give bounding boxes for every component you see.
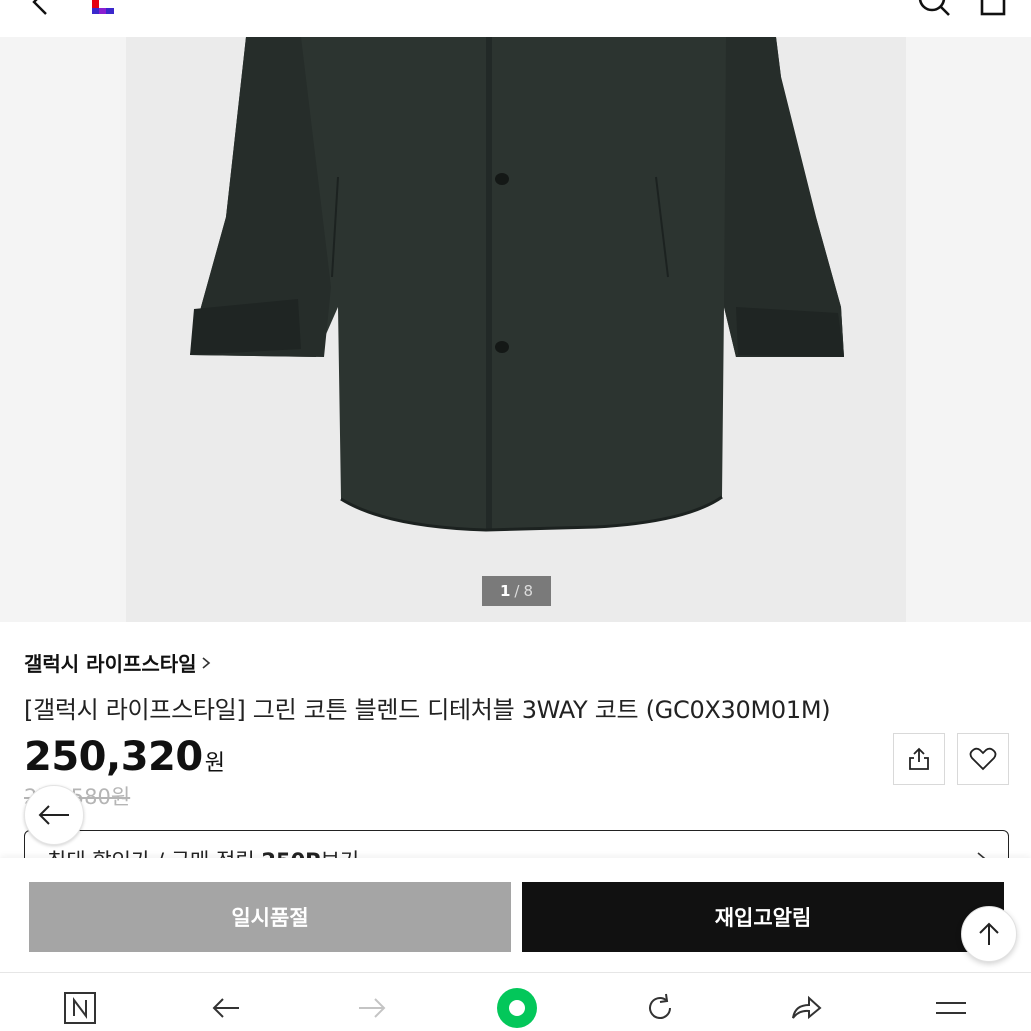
- browser-nav-bar: [0, 972, 1031, 1031]
- home-green-dot-icon[interactable]: [495, 986, 539, 1030]
- pager-current: 1: [499, 582, 511, 600]
- sale-price: 250,320 원: [24, 734, 225, 780]
- naver-n-icon[interactable]: [60, 988, 100, 1028]
- brand-link[interactable]: 갤럭시 라이프스타일: [24, 648, 213, 677]
- product-photo: [126, 37, 906, 622]
- image-pager: 1 / 8: [482, 576, 551, 606]
- wishlist-button[interactable]: [957, 733, 1009, 785]
- chevron-right-icon: [202, 656, 210, 669]
- share-icon: [909, 747, 929, 770]
- menu-icon[interactable]: [931, 988, 971, 1028]
- arrow-left-icon: [38, 805, 69, 825]
- brand-name: 갤럭시 라이프스타일: [24, 652, 197, 676]
- share-icon[interactable]: [786, 988, 826, 1028]
- soldout-button[interactable]: 일시품절: [29, 882, 511, 952]
- back-swipe-button[interactable]: [24, 785, 84, 845]
- back-arrow-icon[interactable]: [206, 988, 246, 1028]
- product-image-gallery[interactable]: 1 / 8: [0, 37, 1031, 622]
- sale-price-value: 250,320: [24, 734, 203, 780]
- purchase-action-bar: 일시품절 재입고알림: [0, 858, 1031, 972]
- search-icon[interactable]: [914, 0, 954, 22]
- chevron-left-icon[interactable]: [22, 0, 58, 22]
- sale-price-unit: 원: [204, 751, 225, 776]
- restock-alert-button[interactable]: 재입고알림: [522, 882, 1004, 952]
- scroll-to-top-button[interactable]: [961, 906, 1017, 962]
- heart-icon: [969, 747, 997, 771]
- shopping-bag-icon[interactable]: [974, 0, 1014, 22]
- share-button[interactable]: [893, 733, 945, 785]
- forward-arrow-icon[interactable]: [352, 988, 392, 1028]
- lotte-on-logo-icon[interactable]: [88, 0, 118, 16]
- product-title: [갤럭시 라이프스타일] 그린 코튼 블렌드 디테처블 3WAY 코트 (GC0…: [24, 696, 831, 724]
- pager-separator: /: [514, 582, 520, 600]
- pager-total: 8: [523, 582, 534, 600]
- arrow-up-icon: [979, 922, 999, 945]
- top-header: [0, 0, 1031, 37]
- reload-icon[interactable]: [640, 988, 680, 1028]
